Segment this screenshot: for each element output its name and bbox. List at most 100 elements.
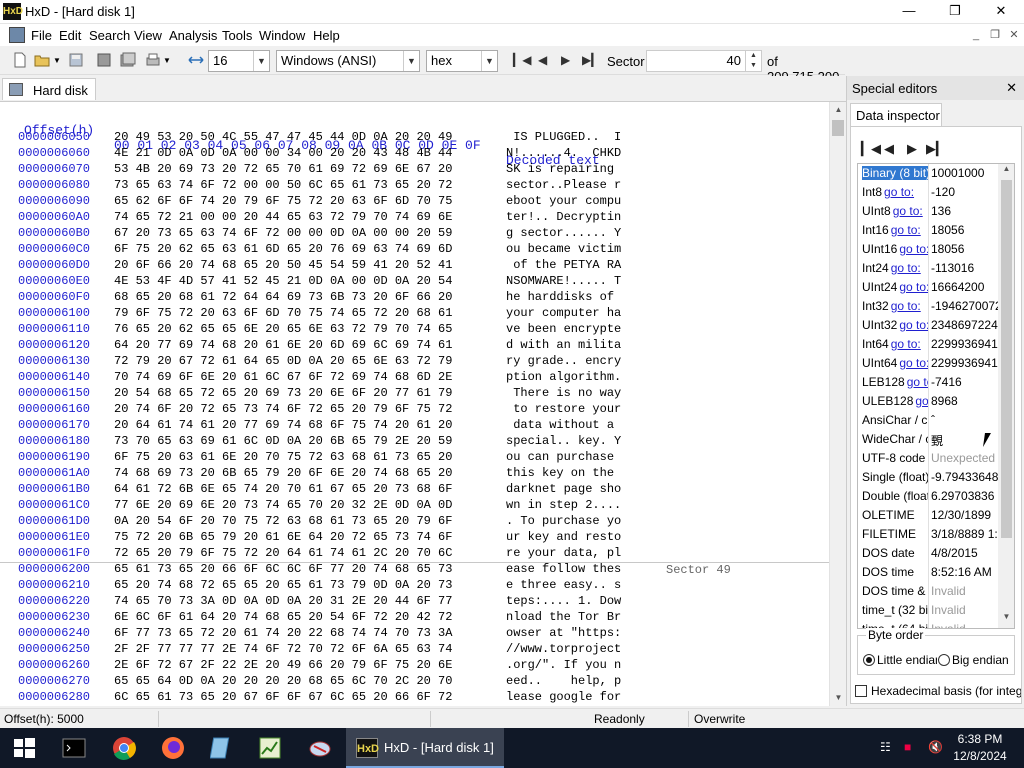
bytes-cell[interactable]: 20 6F 66 20 74 68 65 20 50 45 54 59 41 2…	[114, 258, 452, 272]
close-file-icon[interactable]	[96, 52, 112, 68]
scroll-up-icon[interactable]: ▲	[998, 164, 1014, 178]
clock[interactable]: 6:38 PM 12/8/2024	[950, 731, 1010, 765]
new-file-icon[interactable]	[12, 52, 28, 68]
bytes-cell[interactable]: 70 74 69 6F 6E 20 61 6C 67 6F 72 69 74 6…	[114, 370, 452, 384]
scroll-down-icon[interactable]: ▼	[830, 690, 846, 706]
decoded-cell[interactable]: special.. key. Y	[506, 434, 621, 448]
bytes-cell[interactable]: 20 74 6F 20 72 65 73 74 6F 72 65 20 79 6…	[114, 402, 452, 416]
data-inspector-table[interactable]: Binary (8 bit) 10001000 Int8 go to: -120 UInt…	[857, 163, 1015, 629]
bytes-cell[interactable]: 74 65 70 73 3A 0D 0A 0D 0A 20 31 2E 20 4…	[114, 594, 452, 608]
decoded-cell[interactable]: .org/". If you n	[506, 658, 621, 672]
mdi-minimize-icon[interactable]: _	[968, 27, 984, 43]
bytes-cell[interactable]: 79 6F 75 72 20 63 6F 6D 70 75 74 65 72 2…	[114, 306, 452, 320]
inspector-row[interactable]: ULEB128go to:8968	[858, 392, 998, 411]
bytes-cell[interactable]: 20 64 61 74 61 20 77 69 74 68 6F 75 74 2…	[114, 418, 452, 432]
inspector-row[interactable]: AnsiChar / cˆ	[858, 411, 998, 430]
decoded-cell[interactable]: ter!.. Decryptin	[506, 210, 621, 224]
print-dropdown-icon[interactable]: ▼	[163, 56, 179, 72]
volume-muted-icon[interactable]: 🔇	[928, 740, 943, 754]
inspector-row[interactable]: Single (float) -9.79433648	[858, 468, 998, 487]
hex-row[interactable]: 0000006050 20 49 53 20 50 4C 55 47 47 45 …	[0, 130, 830, 146]
bytes-cell[interactable]: 4E 21 0D 0A 0D 0A 00 00 34 00 20 20 43 4…	[114, 146, 452, 160]
inspector-value-cell[interactable]: 18056	[931, 223, 998, 237]
go-to-link[interactable]: go to:	[899, 242, 928, 256]
inspector-row[interactable]: Double (float) 6.29703836	[858, 487, 998, 506]
decoded-cell[interactable]: IS PLUGGED.. I	[506, 130, 621, 144]
inspector-value-cell[interactable]: Unexpected	[931, 451, 998, 465]
hex-scrollbar[interactable]: ▲ ▼	[829, 102, 846, 706]
bytes-cell[interactable]: 0A 20 54 6F 20 70 75 72 63 68 61 73 65 2…	[114, 514, 452, 528]
first-icon[interactable]: ▎◀	[861, 141, 881, 157]
hex-row[interactable]: 0000006230 6E 6C 6F 61 64 20 74 68 65 20 …	[0, 610, 830, 626]
hex-row[interactable]: 0000006090 65 62 6F 6F 74 20 79 6F 75 72 …	[0, 194, 830, 210]
decoded-cell[interactable]: ry grade.. encry	[506, 354, 621, 368]
decoded-cell[interactable]: re your data, pl	[506, 546, 621, 560]
go-to-link[interactable]: go to:	[891, 299, 921, 313]
open-dropdown-icon[interactable]: ▼	[53, 56, 69, 72]
inspector-value-cell[interactable]: 136	[931, 204, 998, 218]
decoded-cell[interactable]: your computer ha	[506, 306, 621, 320]
inspector-row[interactable]: FILETIME 3/18/8889 1:	[858, 525, 998, 544]
decoded-cell[interactable]: sector..Please r	[506, 178, 621, 192]
inspector-row[interactable]: DOS time 8:52:16 AM	[858, 563, 998, 582]
hex-row[interactable]: 0000006150 20 54 68 65 72 65 20 69 73 20 …	[0, 386, 830, 402]
charset-select[interactable]: Windows (ANSI) ▼	[276, 50, 420, 72]
hex-row[interactable]: 0000006270 65 65 64 0D 0A 20 20 20 20 68 …	[0, 674, 830, 690]
save-icon[interactable]	[68, 52, 84, 68]
decoded-cell[interactable]: eed.. help, p	[506, 674, 621, 688]
next-icon[interactable]: ▶	[907, 141, 917, 157]
bytes-cell[interactable]: 20 54 68 65 72 65 20 69 73 20 6E 6F 20 7…	[114, 386, 452, 400]
network-tray-icon[interactable]: ☷	[880, 740, 891, 754]
menu-view[interactable]: View	[134, 28, 162, 43]
hex-row[interactable]: 0000006240 6F 77 73 65 72 20 61 74 20 22 …	[0, 626, 830, 642]
go-to-link[interactable]: go to:	[899, 280, 928, 294]
bytes-cell[interactable]: 74 65 72 21 00 00 20 44 65 63 72 79 70 7…	[114, 210, 452, 224]
inspector-row[interactable]: Int24 go to: -113016	[858, 259, 998, 278]
mdi-close-icon[interactable]: ✕	[1006, 27, 1022, 43]
go-to-link[interactable]: go to:	[899, 356, 928, 370]
decoded-cell[interactable]: e three easy.. s	[506, 578, 621, 592]
bytes-cell[interactable]: 64 61 72 6B 6E 65 74 20 70 61 67 65 20 7…	[114, 482, 452, 496]
inspector-row[interactable]: DOS date 4/8/2015	[858, 544, 998, 563]
hex-row[interactable]: 0000006120 64 20 77 69 74 68 20 61 6E 20 …	[0, 338, 830, 354]
inspector-value-cell[interactable]: 2348697224	[931, 318, 998, 332]
go-to-link[interactable]: go to:	[891, 337, 921, 351]
hex-row[interactable]: 0000006080 73 65 63 74 6F 72 00 00 50 6C …	[0, 178, 830, 194]
tab-hard-disk-1[interactable]: Hard disk 1	[2, 78, 96, 113]
inspector-value-cell[interactable]: -7416	[931, 375, 998, 389]
decoded-cell[interactable]: eboot your compu	[506, 194, 621, 208]
menu-help[interactable]: Help	[313, 28, 340, 43]
bytes-cell[interactable]: 20 49 53 20 50 4C 55 47 47 45 44 0D 0A 2…	[114, 130, 452, 144]
inspector-row[interactable]: UInt16 go to: 18056	[858, 240, 998, 259]
bytes-cell[interactable]: 64 20 77 69 74 68 20 61 6E 20 6D 69 6C 6…	[114, 338, 452, 352]
bytes-cell[interactable]: 72 65 20 79 6F 75 72 20 64 61 74 61 2C 2…	[114, 546, 452, 560]
inspector-value-cell[interactable]: 8968	[931, 394, 998, 408]
go-to-link[interactable]: go to:	[891, 261, 921, 275]
hex-row[interactable]: 0000006180 73 70 65 63 69 61 6C 0D 0A 20 …	[0, 434, 830, 450]
inspector-value-cell[interactable]: Invalid	[931, 622, 998, 628]
previous-sector-icon[interactable]: ◀	[538, 53, 547, 67]
open-folder-icon[interactable]	[34, 52, 50, 68]
inspector-value-cell[interactable]: -113016	[931, 261, 998, 275]
hex-row[interactable]: 00000061E0 75 72 20 6B 65 79 20 61 6E 64 …	[0, 530, 830, 546]
bytes-cell[interactable]: 6F 77 73 65 72 20 61 74 20 22 68 74 74 7…	[114, 626, 452, 640]
inspector-scrollbar[interactable]: ▲ ▼	[998, 164, 1014, 628]
inspector-value-cell[interactable]: 8:52:16 AM	[931, 565, 998, 579]
hex-row[interactable]: 0000006160 20 74 6F 20 72 65 73 74 6F 72 …	[0, 402, 830, 418]
inspector-value-cell[interactable]: 12/30/1899	[931, 508, 998, 522]
go-to-link[interactable]: go to:	[899, 318, 928, 332]
scroll-down-icon[interactable]: ▼	[998, 612, 1014, 626]
minimize-button[interactable]: —	[886, 0, 932, 24]
close-button[interactable]: ✕	[978, 0, 1024, 24]
save-all-icon[interactable]	[120, 52, 136, 68]
decoded-cell[interactable]: data without a	[506, 418, 621, 432]
hex-row[interactable]: 00000060E0 4E 53 4F 4D 57 41 52 45 21 0D …	[0, 274, 830, 290]
next-sector-icon[interactable]: ▶	[561, 53, 570, 67]
inspector-value-cell[interactable]: 6.29703836	[931, 489, 998, 503]
close-icon[interactable]: ✕	[1006, 80, 1017, 96]
decoded-cell[interactable]: lease google for	[506, 690, 621, 704]
bytes-cell[interactable]: 2F 2F 77 77 77 2E 74 6F 72 70 72 6F 6A 6…	[114, 642, 452, 656]
inspector-row[interactable]: Int16 go to: 18056	[858, 221, 998, 240]
print-icon[interactable]	[145, 52, 161, 68]
hex-basis-checkbox[interactable]: Hexadecimal basis (for integers)	[855, 684, 1021, 698]
